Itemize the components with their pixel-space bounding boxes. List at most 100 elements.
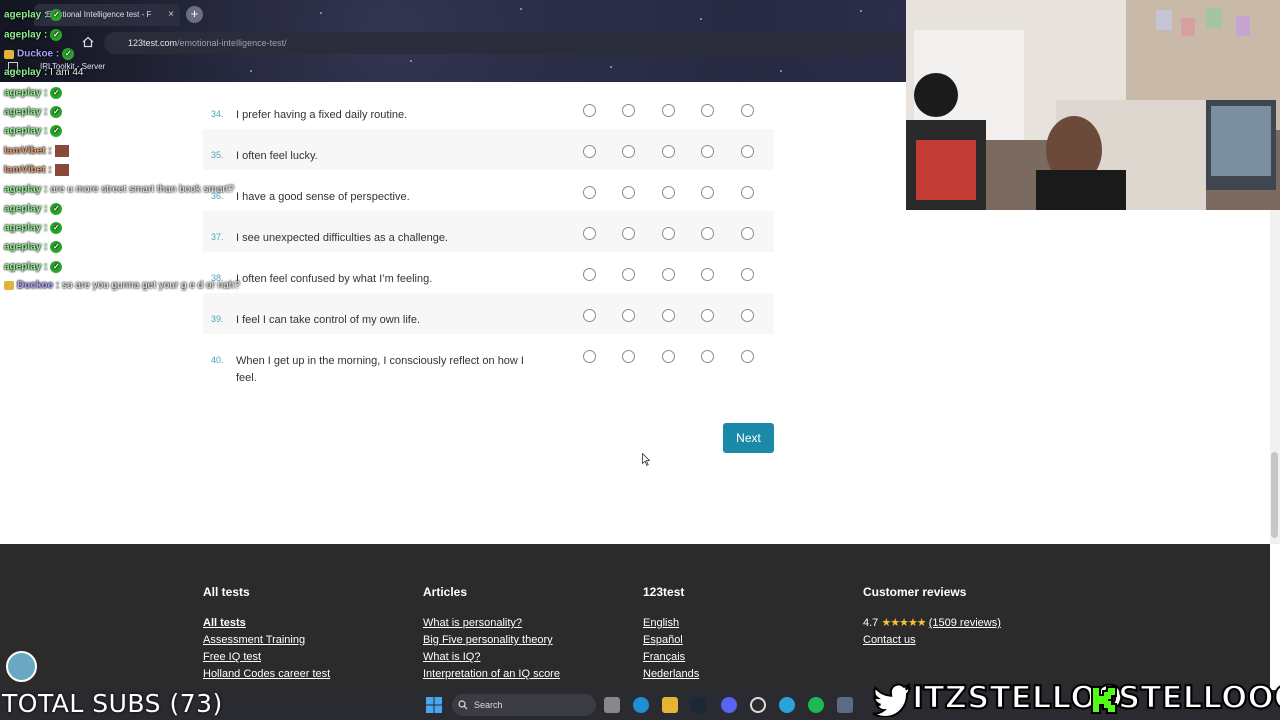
url-path: /emotional-intelligence-test/ bbox=[177, 38, 287, 48]
answer-radio[interactable] bbox=[583, 309, 596, 322]
footer-link[interactable]: What is personality? bbox=[423, 617, 560, 630]
app-icon[interactable] bbox=[837, 697, 853, 713]
chat-separator: : bbox=[41, 106, 48, 118]
chat-username: ageplay bbox=[4, 9, 42, 21]
question-text: I prefer having a fixed daily routine. bbox=[236, 109, 408, 121]
chat-text: are u more street smart than book smart? bbox=[47, 184, 235, 195]
task-view-icon[interactable] bbox=[604, 697, 620, 713]
answer-radio[interactable] bbox=[741, 268, 754, 281]
scrollbar-thumb[interactable] bbox=[1271, 452, 1278, 538]
answer-radio[interactable] bbox=[701, 227, 714, 240]
answer-radio[interactable] bbox=[662, 104, 675, 117]
answer-radio[interactable] bbox=[662, 350, 675, 363]
telegram-icon[interactable] bbox=[779, 697, 795, 713]
answer-radio[interactable] bbox=[741, 350, 754, 363]
footer-link[interactable]: All tests bbox=[203, 617, 330, 630]
moderator-badge-icon bbox=[4, 280, 14, 290]
footer-link[interactable]: English bbox=[643, 617, 699, 630]
question-number: 37. bbox=[211, 232, 224, 242]
windows-start-icon[interactable] bbox=[426, 697, 442, 713]
chat-separator: : bbox=[41, 125, 48, 137]
question-number: 39. bbox=[211, 314, 224, 324]
edge-icon[interactable] bbox=[633, 697, 649, 713]
answer-radio[interactable] bbox=[622, 350, 635, 363]
verified-emote-icon: ✓ bbox=[50, 261, 63, 273]
kick-handle: STELLOOO bbox=[1117, 679, 1280, 717]
question-row: 36. I have a good sense of perspective. bbox=[203, 170, 774, 211]
footer-link[interactable]: Español bbox=[643, 634, 699, 647]
chat-username: ageplay bbox=[4, 203, 42, 215]
footer-col-reviews: Customer reviews 4.7 ★★★★★ (1509 reviews… bbox=[863, 585, 1001, 651]
answer-radio[interactable] bbox=[583, 227, 596, 240]
answer-radio[interactable] bbox=[583, 145, 596, 158]
answer-radio[interactable] bbox=[583, 104, 596, 117]
site-footer: All tests All tests Assessment Training … bbox=[0, 544, 1270, 690]
answer-radio[interactable] bbox=[701, 104, 714, 117]
question-text: I often feel lucky. bbox=[236, 150, 318, 162]
question-text: When I get up in the morning, I consciou… bbox=[236, 355, 524, 384]
chat-message: ageplay : ✓ bbox=[4, 29, 63, 41]
answer-radio[interactable] bbox=[583, 186, 596, 199]
address-bar[interactable]: 123test.com/emotional-intelligence-test/ bbox=[104, 32, 904, 54]
reviews-link[interactable]: (1509 reviews) bbox=[929, 617, 1001, 629]
footer-col-all-tests: All tests All tests Assessment Training … bbox=[203, 585, 330, 685]
question-text: I have a good sense of perspective. bbox=[236, 191, 410, 203]
spotify-icon[interactable] bbox=[808, 697, 824, 713]
answer-radio[interactable] bbox=[741, 104, 754, 117]
contact-link[interactable]: Contact us bbox=[863, 634, 1001, 647]
answer-radio[interactable] bbox=[662, 309, 675, 322]
total-subs-counter: TOTAL SUBS (73) bbox=[2, 689, 223, 718]
answer-radio[interactable] bbox=[662, 227, 675, 240]
new-tab-button[interactable]: + bbox=[186, 6, 203, 23]
chat-message: ageplay : ✓ bbox=[4, 222, 63, 234]
answer-radio[interactable] bbox=[662, 145, 675, 158]
question-number: 34. bbox=[211, 109, 224, 119]
answer-radio[interactable] bbox=[583, 268, 596, 281]
answer-radio[interactable] bbox=[741, 186, 754, 199]
chat-message: ageplay : ✓ bbox=[4, 261, 63, 273]
answer-radio[interactable] bbox=[741, 309, 754, 322]
answer-radio[interactable] bbox=[701, 268, 714, 281]
footer-link[interactable]: Interpretation of an IQ score bbox=[423, 668, 560, 681]
tab-close-icon[interactable]: × bbox=[168, 4, 174, 26]
footer-link[interactable]: Assessment Training bbox=[203, 634, 330, 647]
footer-heading: All tests bbox=[203, 585, 250, 599]
discord-icon[interactable] bbox=[721, 697, 737, 713]
answer-radio[interactable] bbox=[622, 227, 635, 240]
question-row: 35. I often feel lucky. bbox=[203, 129, 774, 170]
answer-radio[interactable] bbox=[701, 350, 714, 363]
footer-link[interactable]: Français bbox=[643, 651, 699, 664]
steam-icon[interactable] bbox=[691, 697, 707, 713]
footer-link[interactable]: Nederlands bbox=[643, 668, 699, 681]
answer-radio[interactable] bbox=[741, 145, 754, 158]
answer-radio[interactable] bbox=[622, 145, 635, 158]
question-text: I see unexpected difficulties as a chall… bbox=[236, 232, 448, 244]
answer-radio[interactable] bbox=[622, 309, 635, 322]
taskbar-search[interactable]: Search bbox=[452, 694, 596, 716]
footer-link[interactable]: Holland Codes career test bbox=[203, 668, 330, 681]
chat-separator: : bbox=[41, 261, 48, 273]
answer-radio[interactable] bbox=[662, 268, 675, 281]
answer-radio[interactable] bbox=[662, 186, 675, 199]
chat-username: ageplay bbox=[4, 106, 42, 118]
footer-link[interactable]: Big Five personality theory bbox=[423, 634, 560, 647]
answer-radio[interactable] bbox=[741, 227, 754, 240]
answer-radio[interactable] bbox=[701, 186, 714, 199]
question-number: 35. bbox=[211, 150, 224, 160]
question-row: 38. I often feel confused by what I’m fe… bbox=[203, 252, 774, 293]
answer-radio[interactable] bbox=[622, 186, 635, 199]
answer-radio[interactable] bbox=[701, 309, 714, 322]
footer-link[interactable]: Free IQ test bbox=[203, 651, 330, 664]
answer-radio[interactable] bbox=[583, 350, 596, 363]
chat-separator: : bbox=[41, 29, 48, 41]
chat-separator: : bbox=[41, 203, 48, 215]
next-button[interactable]: Next bbox=[723, 423, 774, 453]
file-explorer-icon[interactable] bbox=[662, 697, 678, 713]
answer-radio[interactable] bbox=[622, 104, 635, 117]
emote-icon bbox=[54, 145, 69, 157]
chrome-icon[interactable] bbox=[750, 697, 766, 713]
home-icon[interactable] bbox=[82, 36, 94, 48]
answer-radio[interactable] bbox=[701, 145, 714, 158]
footer-link[interactable]: What is IQ? bbox=[423, 651, 560, 664]
answer-radio[interactable] bbox=[622, 268, 635, 281]
